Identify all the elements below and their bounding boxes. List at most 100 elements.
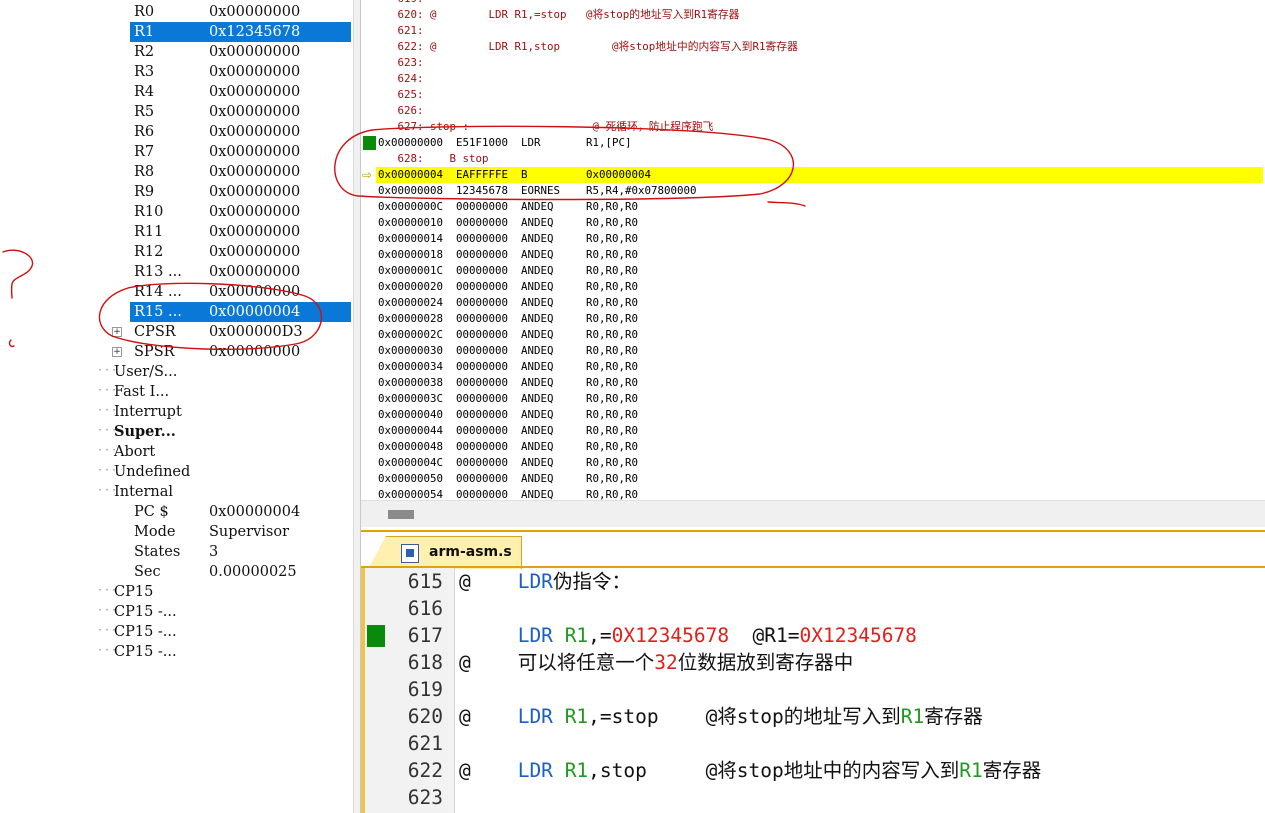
mode-group-6[interactable]: Internal (114, 482, 173, 502)
disassembly-line[interactable]: 0x00000048 00000000 ANDEQ R0,R0,R0 (378, 439, 638, 455)
internal-row-3[interactable]: Sec 0.00000025 (130, 562, 351, 582)
tab-arm-asm-s[interactable]: arm-asm.s (368, 536, 522, 569)
disassembly-gutter[interactable] (361, 0, 376, 500)
disassembly-line[interactable]: 0x00000040 00000000 ANDEQ R0,R0,R0 (378, 407, 638, 423)
disassembly-line[interactable]: 0x00000050 00000000 ANDEQ R0,R0,R0 (378, 471, 638, 487)
register-value[interactable]: 0x00000000 (209, 122, 300, 142)
cp15-group-1[interactable]: CP15 -... (114, 602, 177, 622)
mode-group-5[interactable]: Undefined (114, 462, 190, 482)
code-text[interactable]: LDR R1,=0X12345678 @R1=0X12345678 (459, 622, 917, 649)
disassembly-line[interactable]: 0x0000004C 00000000 ANDEQ R0,R0,R0 (378, 455, 638, 471)
register-value[interactable]: 0x00000000 (209, 162, 300, 182)
disassembly-line[interactable]: 0x00000034 00000000 ANDEQ R0,R0,R0 (378, 359, 638, 375)
register-value[interactable]: 0x00000000 (209, 2, 300, 22)
register-row-r10[interactable]: R10 0x00000000 (130, 202, 351, 222)
register-value[interactable]: 0x12345678 (209, 22, 300, 42)
code-line-618[interactable]: 618 @ 可以将任意一个32位数据放到寄存器中 (365, 649, 1265, 676)
source-line[interactable]: 627: stop : @ 死循环，防止程序跑飞 (378, 119, 714, 135)
disassembly-line[interactable]: 0x00000030 00000000 ANDEQ R0,R0,R0 (378, 343, 638, 359)
register-value[interactable]: 0x00000000 (209, 342, 300, 362)
code-line-623[interactable]: 623 (365, 784, 1265, 811)
disassembly-line[interactable]: 0x0000000C 00000000 ANDEQ R0,R0,R0 (378, 199, 638, 215)
disassembly-line[interactable]: 0x00000000 E51F1000 LDR R1,[PC] (378, 135, 632, 151)
register-value[interactable]: 0x000000D3 (209, 322, 303, 342)
disassembly-line[interactable]: 0x00000054 00000000 ANDEQ R0,R0,R0 (378, 487, 638, 500)
code-text[interactable]: @ LDR R1,stop @将stop地址中的内容写入到R1寄存器 (459, 757, 1041, 784)
disassembly-line[interactable]: 0x00000024 00000000 ANDEQ R0,R0,R0 (378, 295, 638, 311)
source-line[interactable]: 624: (378, 71, 424, 87)
disassembly-line[interactable]: 0x0000001C 00000000 ANDEQ R0,R0,R0 (378, 263, 638, 279)
source-line[interactable]: 622: @ LDR R1,stop @将stop地址中的内容写入到R1寄存器 (378, 39, 798, 55)
code-text[interactable]: @ LDR伪指令： (459, 568, 631, 595)
cp15-group-3[interactable]: CP15 -... (114, 642, 177, 662)
register-row-r9[interactable]: R9 0x00000000 (130, 182, 351, 202)
internal-row-1[interactable]: Mode Supervisor (130, 522, 351, 542)
register-value[interactable]: 0x00000000 (209, 222, 300, 242)
source-line[interactable]: 621: (378, 23, 424, 39)
code-line-619[interactable]: 619 (365, 676, 1265, 703)
disassembly-line[interactable]: 0x00000014 00000000 ANDEQ R0,R0,R0 (378, 231, 638, 247)
register-row-r3[interactable]: R3 0x00000000 (130, 62, 351, 82)
register-value[interactable]: 0x00000000 (209, 262, 300, 282)
register-value[interactable]: 0x00000000 (209, 82, 300, 102)
internal-row-0[interactable]: PC $ 0x00000004 (130, 502, 351, 522)
register-value[interactable]: 0x00000004 (209, 302, 300, 322)
expand-icon[interactable]: + (112, 327, 122, 337)
register-row-cpsr[interactable]: CPSR 0x000000D3 (130, 322, 351, 342)
register-row-r8[interactable]: R8 0x00000000 (130, 162, 351, 182)
disassembly-line[interactable]: 0x00000028 00000000 ANDEQ R0,R0,R0 (378, 311, 638, 327)
register-value[interactable]: 0x00000000 (209, 42, 300, 62)
scrollbar-thumb[interactable] (388, 510, 414, 519)
disassembly-line[interactable]: 0x00000044 00000000 ANDEQ R0,R0,R0 (378, 423, 638, 439)
cp15-group-2[interactable]: CP15 -... (114, 622, 177, 642)
register-row-r13[interactable]: R13 ... 0x00000000 (130, 262, 351, 282)
register-row-r2[interactable]: R2 0x00000000 (130, 42, 351, 62)
register-value[interactable]: 0x00000000 (209, 202, 300, 222)
source-line[interactable]: 625: (378, 87, 424, 103)
source-line[interactable]: 626: (378, 103, 424, 119)
mode-group-2[interactable]: Interrupt (114, 402, 182, 422)
register-row-spsr[interactable]: SPSR 0x00000000 (130, 342, 351, 362)
disassembly-horizontal-scrollbar[interactable] (361, 500, 1265, 527)
internal-row-2[interactable]: States 3 (130, 542, 351, 562)
register-row-r12[interactable]: R12 0x00000000 (130, 242, 351, 262)
disassembly-line[interactable]: 0x00000008 12345678 EORNES R5,R4,#0x0780… (378, 183, 697, 199)
code-line-617[interactable]: 617 LDR R1,=0X12345678 @R1=0X12345678 (365, 622, 1265, 649)
code-line-615[interactable]: 615 @ LDR伪指令： (365, 568, 1265, 595)
source-line[interactable]: 619: (378, 0, 424, 7)
expand-icon[interactable]: + (112, 347, 122, 357)
code-line-616[interactable]: 616 (365, 595, 1265, 622)
register-row-r14[interactable]: R14 ... 0x00000000 (130, 282, 351, 302)
source-line[interactable]: 620: @ LDR R1,=stop @将stop的地址写入到R1寄存器 (378, 7, 740, 23)
register-value[interactable]: 0x00000000 (209, 182, 300, 202)
register-row-r4[interactable]: R4 0x00000000 (130, 82, 351, 102)
panel-splitter[interactable] (353, 0, 361, 813)
mode-group-3[interactable]: Super... (114, 422, 176, 442)
register-row-r7[interactable]: R7 0x00000000 (130, 142, 351, 162)
disassembly-line[interactable]: 0x00000004 EAFFFFFE B 0x00000004 (376, 167, 1263, 183)
register-value[interactable]: 0x00000000 (209, 102, 300, 122)
register-row-r0[interactable]: R0 0x00000000 (130, 2, 351, 22)
cp15-group-0[interactable]: CP15 (114, 582, 153, 602)
code-text[interactable]: @ 可以将任意一个32位数据放到寄存器中 (459, 649, 853, 676)
register-value[interactable]: 0x00000000 (209, 62, 300, 82)
register-row-r11[interactable]: R11 0x00000000 (130, 222, 351, 242)
register-row-r15[interactable]: R15 ... 0x00000004 (130, 302, 351, 322)
source-line[interactable]: 628: B stop (378, 151, 489, 167)
mode-group-1[interactable]: Fast I... (114, 382, 169, 402)
code-line-620[interactable]: 620 @ LDR R1,=stop @将stop的地址写入到R1寄存器 (365, 703, 1265, 730)
disassembly-line[interactable]: 0x00000038 00000000 ANDEQ R0,R0,R0 (378, 375, 638, 391)
disassembly-line[interactable]: 0x0000002C 00000000 ANDEQ R0,R0,R0 (378, 327, 638, 343)
mode-group-4[interactable]: Abort (114, 442, 155, 462)
code-line-622[interactable]: 622 @ LDR R1,stop @将stop地址中的内容写入到R1寄存器 (365, 757, 1265, 784)
disassembly-line[interactable]: 0x0000003C 00000000 ANDEQ R0,R0,R0 (378, 391, 638, 407)
register-value[interactable]: 0x00000000 (209, 242, 300, 262)
source-line[interactable]: 623: (378, 55, 424, 71)
register-value[interactable]: 0x00000000 (209, 282, 300, 302)
disassembly-line[interactable]: 0x00000020 00000000 ANDEQ R0,R0,R0 (378, 279, 638, 295)
code-line-621[interactable]: 621 (365, 730, 1265, 757)
register-row-r1[interactable]: R1 0x12345678 (130, 22, 351, 42)
disassembly-line[interactable]: 0x00000018 00000000 ANDEQ R0,R0,R0 (378, 247, 638, 263)
mode-group-0[interactable]: User/S... (114, 362, 177, 382)
disassembly-line[interactable]: 0x00000010 00000000 ANDEQ R0,R0,R0 (378, 215, 638, 231)
